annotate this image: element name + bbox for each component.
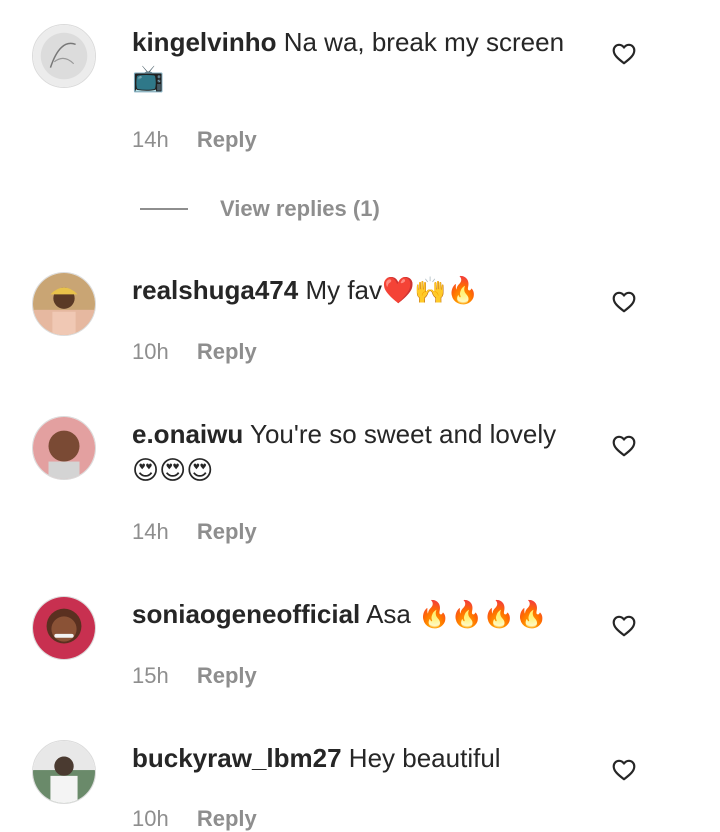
view-replies-button[interactable]: View replies (1) — [140, 192, 380, 226]
comment-body: Hey beautiful — [348, 743, 501, 773]
comment-text: realshuga474 My fav❤️🙌🔥 — [132, 272, 582, 309]
comment-meta: 15h Reply — [132, 663, 257, 689]
comment-timestamp: 14h — [132, 127, 169, 152]
comment-username[interactable]: buckyraw_lbm27 — [132, 743, 342, 773]
comment-text: buckyraw_lbm27 Hey beautiful — [132, 740, 582, 776]
comment-body: Na wa, break my screen — [283, 27, 565, 57]
comment-username[interactable]: soniaogeneofficial — [132, 599, 360, 629]
comment-timestamp: 10h — [132, 339, 169, 364]
comment-body: You're so sweet and lovely — [250, 419, 557, 449]
reply-button[interactable]: Reply — [197, 519, 257, 544]
avatar[interactable] — [32, 272, 96, 336]
like-heart-icon[interactable] — [611, 41, 637, 67]
comment-text: soniaogeneofficial Asa 🔥🔥🔥🔥 — [132, 596, 582, 633]
divider-line — [140, 208, 188, 210]
comment-body: Asa — [366, 599, 411, 629]
like-heart-icon[interactable] — [611, 433, 637, 459]
comment-emoji: ❤️🙌🔥 — [382, 276, 480, 306]
avatar[interactable] — [32, 740, 96, 804]
comment-meta: 10h Reply — [132, 339, 257, 365]
comment-timestamp: 15h — [132, 663, 169, 688]
comment-username[interactable]: e.onaiwu — [132, 419, 243, 449]
like-heart-icon[interactable] — [611, 289, 637, 315]
comment-username[interactable]: kingelvinho — [132, 27, 276, 57]
reply-button[interactable]: Reply — [197, 806, 257, 831]
comment-meta: 10h Reply — [132, 806, 257, 832]
comment-body: My fav — [305, 275, 383, 305]
avatar[interactable] — [32, 596, 96, 660]
comment-username[interactable]: realshuga474 — [132, 275, 298, 305]
like-heart-icon[interactable] — [611, 613, 637, 639]
like-heart-icon[interactable] — [611, 757, 637, 783]
comment-emoji: 📺 — [132, 64, 165, 94]
comment-meta: 14h Reply — [132, 519, 257, 545]
comment-meta: 14h Reply — [132, 127, 257, 153]
comment-emoji: 😍😍😍 — [132, 456, 214, 486]
comment-timestamp: 14h — [132, 519, 169, 544]
avatar[interactable] — [32, 24, 96, 88]
comment-emoji: 🔥🔥🔥🔥 — [418, 600, 548, 630]
reply-button[interactable]: Reply — [197, 663, 257, 688]
reply-button[interactable]: Reply — [197, 127, 257, 152]
comment-text: kingelvinho Na wa, break my screen 📺 — [132, 24, 582, 97]
avatar[interactable] — [32, 416, 96, 480]
comment-timestamp: 10h — [132, 806, 169, 831]
comment-text: e.onaiwu You're so sweet and lovely 😍😍😍 — [132, 416, 582, 489]
reply-button[interactable]: Reply — [197, 339, 257, 364]
view-replies-label: View replies (1) — [220, 196, 380, 221]
